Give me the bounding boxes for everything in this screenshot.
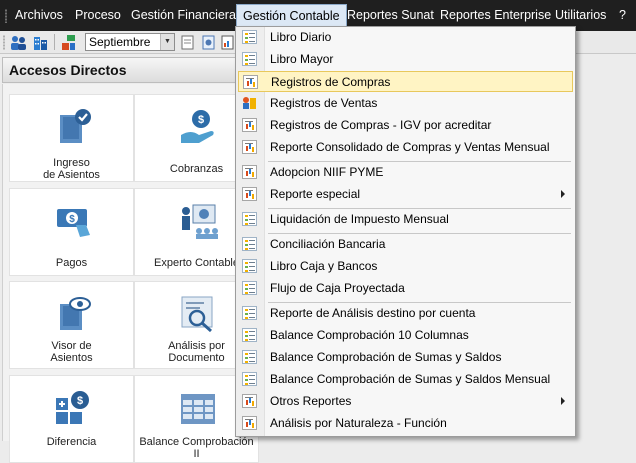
menu-item-adopcion-niif[interactable]: Adopcion NIIF PYME — [238, 162, 573, 183]
building-icon[interactable] — [32, 34, 49, 51]
menu-item-reporte-especial[interactable]: Reporte especial — [238, 184, 573, 205]
menu-item-otros-reportes[interactable]: Otros Reportes — [238, 391, 573, 412]
list-icon — [242, 372, 257, 386]
menu-item-analisis-destino[interactable]: Reporte de Análisis destino por cuenta — [238, 303, 573, 324]
menu-item-analisis-naturaleza[interactable]: Análisis por Naturaleza - Función — [238, 413, 573, 434]
document-icon[interactable] — [179, 34, 196, 51]
list-icon — [242, 237, 257, 251]
menu-item-libro-diario[interactable]: Libro Diario — [238, 27, 573, 48]
menu-item-balance-sumas-saldos-mensual[interactable]: Balance Comprobación de Sumas y Saldos M… — [238, 369, 573, 390]
menubar-grip — [5, 9, 7, 23]
submenu-arrow-icon — [561, 190, 565, 198]
tile-label: Balance Comprobación II — [139, 436, 254, 460]
menu-item-flujo-caja[interactable]: Flujo de Caja Proyectada — [238, 278, 573, 299]
report-icon[interactable] — [219, 34, 236, 51]
menu-item-label: Conciliación Bancaria — [270, 237, 386, 251]
menu-item-label: Registros de Ventas — [270, 96, 378, 110]
menu-utilitarios[interactable]: Utilitarios — [555, 8, 606, 22]
menu-item-label: Liquidación de Impuesto Mensual — [270, 212, 449, 226]
menu-item-libro-caja-bancos[interactable]: Libro Caja y Bancos — [238, 256, 573, 277]
svg-text:$: $ — [198, 114, 204, 126]
menu-item-registros-compras-igv[interactable]: Registros de Compras - IGV por acreditar — [238, 115, 573, 136]
menu-item-balance-sumas-saldos[interactable]: Balance Comprobación de Sumas y Saldos — [238, 347, 573, 368]
menu-item-label: Libro Caja y Bancos — [270, 259, 378, 273]
list-icon — [242, 350, 257, 364]
menu-item-label: Libro Mayor — [270, 52, 334, 66]
report-icon — [242, 118, 257, 132]
menu-item-label: Flujo de Caja Proyectada — [270, 281, 405, 295]
sales-report-icon — [243, 97, 256, 109]
toolbar-grip — [3, 35, 5, 50]
tile-label: Pagos — [55, 257, 88, 269]
menu-item-conciliacion-bancaria[interactable]: Conciliación Bancaria — [238, 234, 573, 255]
menu-help[interactable]: ? — [619, 8, 626, 22]
menu-reportes-sunat[interactable]: Reportes Sunat — [347, 8, 434, 22]
list-icon — [242, 281, 257, 295]
settings-document-icon[interactable] — [200, 34, 217, 51]
menu-item-reporte-consolidado[interactable]: Reporte Consolidado de Compras y Ventas … — [238, 137, 573, 158]
menu-item-label: Reporte especial — [270, 187, 361, 201]
menu-gestion-contable[interactable]: Gestión Contable — [236, 4, 347, 27]
menu-item-label: Balance Comprobación de Sumas y Saldos M… — [270, 372, 551, 386]
menu-item-liquidacion-impuesto[interactable]: Liquidación de Impuesto Mensual — [238, 209, 573, 230]
menu-item-label: Balance Comprobación de Sumas y Saldos — [270, 350, 502, 364]
shortcut-pagos[interactable]: $ Pagos — [9, 188, 134, 276]
gestion-contable-menu: Libro Diario Libro Mayor Registros de Co… — [235, 26, 576, 437]
users-icon[interactable] — [10, 34, 27, 51]
document-analysis-icon — [181, 296, 213, 333]
list-icon — [242, 52, 257, 66]
list-icon — [242, 328, 257, 342]
menu-proceso[interactable]: Proceso — [75, 8, 121, 22]
shortcut-visor-asientos[interactable]: Visor de Asientos — [9, 281, 134, 369]
bill-payment-icon: $ — [57, 209, 90, 237]
period-select-value: Septiembre — [89, 35, 151, 49]
list-icon — [242, 212, 257, 226]
list-icon — [242, 306, 257, 320]
expert-presenter-icon — [182, 204, 218, 239]
tile-label: Visor de Asientos — [50, 340, 93, 364]
menu-item-libro-mayor[interactable]: Libro Mayor — [238, 49, 573, 70]
shortcut-diferencia[interactable]: $ Diferencia — [9, 375, 134, 463]
report-icon — [242, 416, 257, 430]
menu-item-label: Registros de Compras - IGV por acreditar — [270, 118, 492, 132]
shortcuts-panel: Ingreso de Asientos $ Cobranzas $ Pagos … — [2, 84, 259, 463]
ledger-eye-icon — [60, 297, 91, 330]
spreadsheet-icon — [181, 394, 215, 424]
report-icon — [242, 187, 257, 201]
menu-item-label: Reporte de Análisis destino por cuenta — [270, 306, 476, 320]
list-icon — [242, 30, 257, 44]
menu-item-balance-10-columnas[interactable]: Balance Comprobación 10 Columnas — [238, 325, 573, 346]
calculator-money-icon: $ — [56, 391, 89, 424]
ledger-check-icon — [60, 109, 91, 143]
menu-item-registros-compras[interactable]: Registros de Compras — [238, 71, 573, 92]
menu-item-label: Análisis por Naturaleza - Función — [270, 416, 447, 430]
menu-item-label: Registros de Compras — [271, 75, 391, 89]
period-select[interactable]: Septiembre ▼ — [85, 33, 175, 51]
menu-item-label: Reporte Consolidado de Compras y Ventas … — [270, 140, 550, 154]
toolbar-separator — [54, 34, 55, 50]
hand-money-icon: $ — [181, 110, 214, 143]
submenu-arrow-icon — [561, 397, 565, 405]
report-icon — [242, 165, 257, 179]
report-icon — [242, 394, 257, 408]
menu-item-label: Otros Reportes — [270, 394, 352, 408]
svg-text:$: $ — [77, 395, 83, 407]
report-icon — [243, 75, 258, 89]
chevron-down-icon[interactable]: ▼ — [160, 34, 174, 50]
tile-label: Ingreso de Asientos — [43, 157, 100, 181]
panel-title: Accesos Directos — [2, 57, 242, 83]
shortcut-ingreso-asientos[interactable]: Ingreso de Asientos — [9, 94, 134, 182]
server-chart-icon[interactable] — [60, 34, 77, 51]
report-icon — [242, 140, 257, 154]
svg-text:$: $ — [69, 214, 75, 225]
menu-archivos[interactable]: Archivos — [15, 8, 63, 22]
menu-item-label: Balance Comprobación 10 Columnas — [270, 328, 469, 342]
tile-label: Diferencia — [46, 436, 97, 448]
list-icon — [242, 259, 257, 273]
menu-item-registros-ventas[interactable]: Registros de Ventas — [238, 93, 573, 114]
menu-reportes-enterprise[interactable]: Reportes Enterprise — [440, 8, 551, 22]
menu-item-label: Libro Diario — [270, 30, 332, 44]
menu-gestion-financiera[interactable]: Gestión Financiera — [131, 8, 236, 22]
menu-item-label: Adopcion NIIF PYME — [270, 165, 384, 179]
